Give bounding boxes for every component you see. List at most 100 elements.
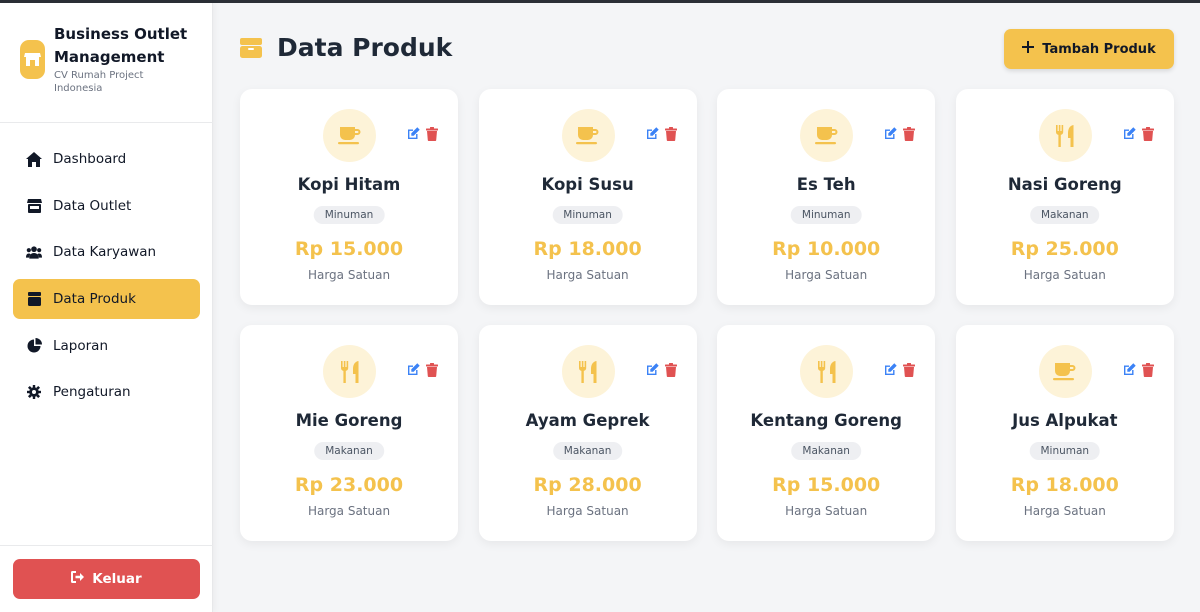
product-card: Ayam Geprek Makanan Rp 28.000 Harga Satu… xyxy=(478,325,697,541)
price-unit-label: Harga Satuan xyxy=(307,268,391,282)
product-name: Kopi Hitam xyxy=(297,175,401,194)
product-card: Jus Alpukat Minuman Rp 18.000 Harga Satu… xyxy=(955,325,1174,541)
category-badge: Minuman xyxy=(552,206,623,224)
store-icon xyxy=(26,198,42,214)
sidebar-item-dashboard[interactable]: Dashboard xyxy=(13,139,200,179)
card-actions xyxy=(1123,363,1155,377)
box-icon xyxy=(26,291,42,307)
logout-label: Keluar xyxy=(92,571,142,587)
product-icon-circle xyxy=(323,345,376,398)
product-card: Kentang Goreng Makanan Rp 15.000 Harga S… xyxy=(717,325,936,541)
sign-out-icon xyxy=(71,571,85,587)
sidebar-item-pengaturan[interactable]: Pengaturan xyxy=(13,372,200,412)
page-title: Data Produk xyxy=(277,33,453,62)
product-name: Jus Alpukat xyxy=(1012,411,1118,430)
utensils-icon xyxy=(1056,124,1074,147)
product-icon-circle xyxy=(800,345,854,398)
trash-icon[interactable] xyxy=(903,363,916,377)
utensils-icon xyxy=(579,360,597,383)
gear-icon xyxy=(26,384,42,400)
edit-icon[interactable] xyxy=(646,127,659,141)
trash-icon[interactable] xyxy=(903,127,916,141)
sidebar-item-data-produk[interactable]: Data Produk xyxy=(13,279,200,320)
sidebar-item-data-outlet[interactable]: Data Outlet xyxy=(13,186,200,226)
add-product-label: Tambah Produk xyxy=(1042,41,1156,57)
users-icon xyxy=(26,244,42,260)
trash-icon[interactable] xyxy=(1141,127,1155,141)
page-header: Data Produk xyxy=(240,33,452,62)
edit-icon[interactable] xyxy=(407,127,420,141)
product-price: Rp 18.000 xyxy=(1010,474,1119,496)
coffee-icon xyxy=(1053,362,1077,382)
card-actions xyxy=(884,127,916,141)
category-badge: Makanan xyxy=(314,442,384,460)
product-name: Mie Goreng xyxy=(295,411,403,430)
edit-icon[interactable] xyxy=(884,127,897,141)
trash-icon[interactable] xyxy=(664,363,678,377)
product-price: Rp 23.000 xyxy=(294,474,404,496)
sidebar-item-data-karyawan[interactable]: Data Karyawan xyxy=(13,232,200,272)
card-actions xyxy=(407,127,439,141)
category-badge: Minuman xyxy=(790,206,862,224)
product-icon-circle xyxy=(561,345,615,398)
edit-icon[interactable] xyxy=(407,363,420,377)
trash-icon[interactable] xyxy=(426,127,439,141)
category-badge: Makanan xyxy=(1029,206,1100,224)
trash-icon[interactable] xyxy=(1141,363,1155,377)
product-icon-circle xyxy=(800,109,854,162)
product-name: Kentang Goreng xyxy=(750,411,902,430)
edit-icon[interactable] xyxy=(1123,363,1136,377)
product-card: Es Teh Minuman Rp 10.000 Harga Satuan xyxy=(717,89,936,305)
sidebar-item-label: Data Karyawan xyxy=(53,244,157,261)
category-badge: Makanan xyxy=(791,442,861,460)
add-product-button[interactable]: Tambah Produk xyxy=(1004,29,1174,69)
coffee-icon xyxy=(814,126,839,146)
sidebar-item-laporan[interactable]: Laporan xyxy=(13,326,200,366)
utensils-icon xyxy=(340,360,359,383)
trash-icon[interactable] xyxy=(426,363,439,377)
card-actions xyxy=(646,127,678,141)
card-actions xyxy=(407,363,439,377)
product-card: Kopi Hitam Minuman Rp 15.000 Harga Satua… xyxy=(240,89,458,305)
logout-section: Keluar xyxy=(0,545,213,612)
card-actions xyxy=(884,363,916,377)
coffee-icon xyxy=(337,126,362,146)
product-price: Rp 18.000 xyxy=(533,238,642,260)
product-icon-circle xyxy=(1038,109,1092,162)
pie-chart-icon xyxy=(26,338,42,354)
product-card: Mie Goreng Makanan Rp 23.000 Harga Satua… xyxy=(240,325,458,541)
product-price: Rp 25.000 xyxy=(1010,238,1119,260)
sidebar-item-label: Data Produk xyxy=(53,291,136,308)
sidebar-item-label: Laporan xyxy=(53,337,109,354)
sidebar-item-label: Pengaturan xyxy=(53,384,131,401)
brand-title: Business Outlet Management xyxy=(54,25,188,66)
edit-icon[interactable] xyxy=(884,363,897,377)
main-content: Data Produk Tambah Produk Kopi Hitam Min… xyxy=(214,3,1200,612)
product-name: Kopi Susu xyxy=(541,175,634,194)
edit-icon[interactable] xyxy=(1123,127,1136,141)
logout-button[interactable]: Keluar xyxy=(13,559,200,599)
plus-icon xyxy=(1022,41,1035,57)
edit-icon[interactable] xyxy=(646,363,659,377)
trash-icon[interactable] xyxy=(664,127,678,141)
home-icon xyxy=(26,151,42,167)
sidebar-item-label: Dashboard xyxy=(53,151,127,167)
card-actions xyxy=(646,363,678,377)
product-name: Ayam Geprek xyxy=(525,411,650,430)
box-icon xyxy=(240,37,262,59)
sidebar-item-label: Data Outlet xyxy=(53,197,132,214)
price-unit-label: Harga Satuan xyxy=(785,268,868,282)
sidebar-nav: Dashboard Data Outlet Data Karyawan Data… xyxy=(13,139,200,419)
product-price: Rp 28.000 xyxy=(533,474,642,496)
price-unit-label: Harga Satuan xyxy=(1023,504,1106,518)
product-price: Rp 10.000 xyxy=(772,238,881,260)
price-unit-label: Harga Satuan xyxy=(307,504,391,518)
card-actions xyxy=(1123,127,1155,141)
price-unit-label: Harga Satuan xyxy=(1023,268,1106,282)
price-unit-label: Harga Satuan xyxy=(785,504,868,518)
product-price: Rp 15.000 xyxy=(294,238,404,260)
product-name: Nasi Goreng xyxy=(1007,175,1122,194)
category-badge: Makanan xyxy=(552,442,623,460)
category-badge: Minuman xyxy=(313,206,385,224)
product-card: Nasi Goreng Makanan Rp 25.000 Harga Satu… xyxy=(955,89,1174,305)
